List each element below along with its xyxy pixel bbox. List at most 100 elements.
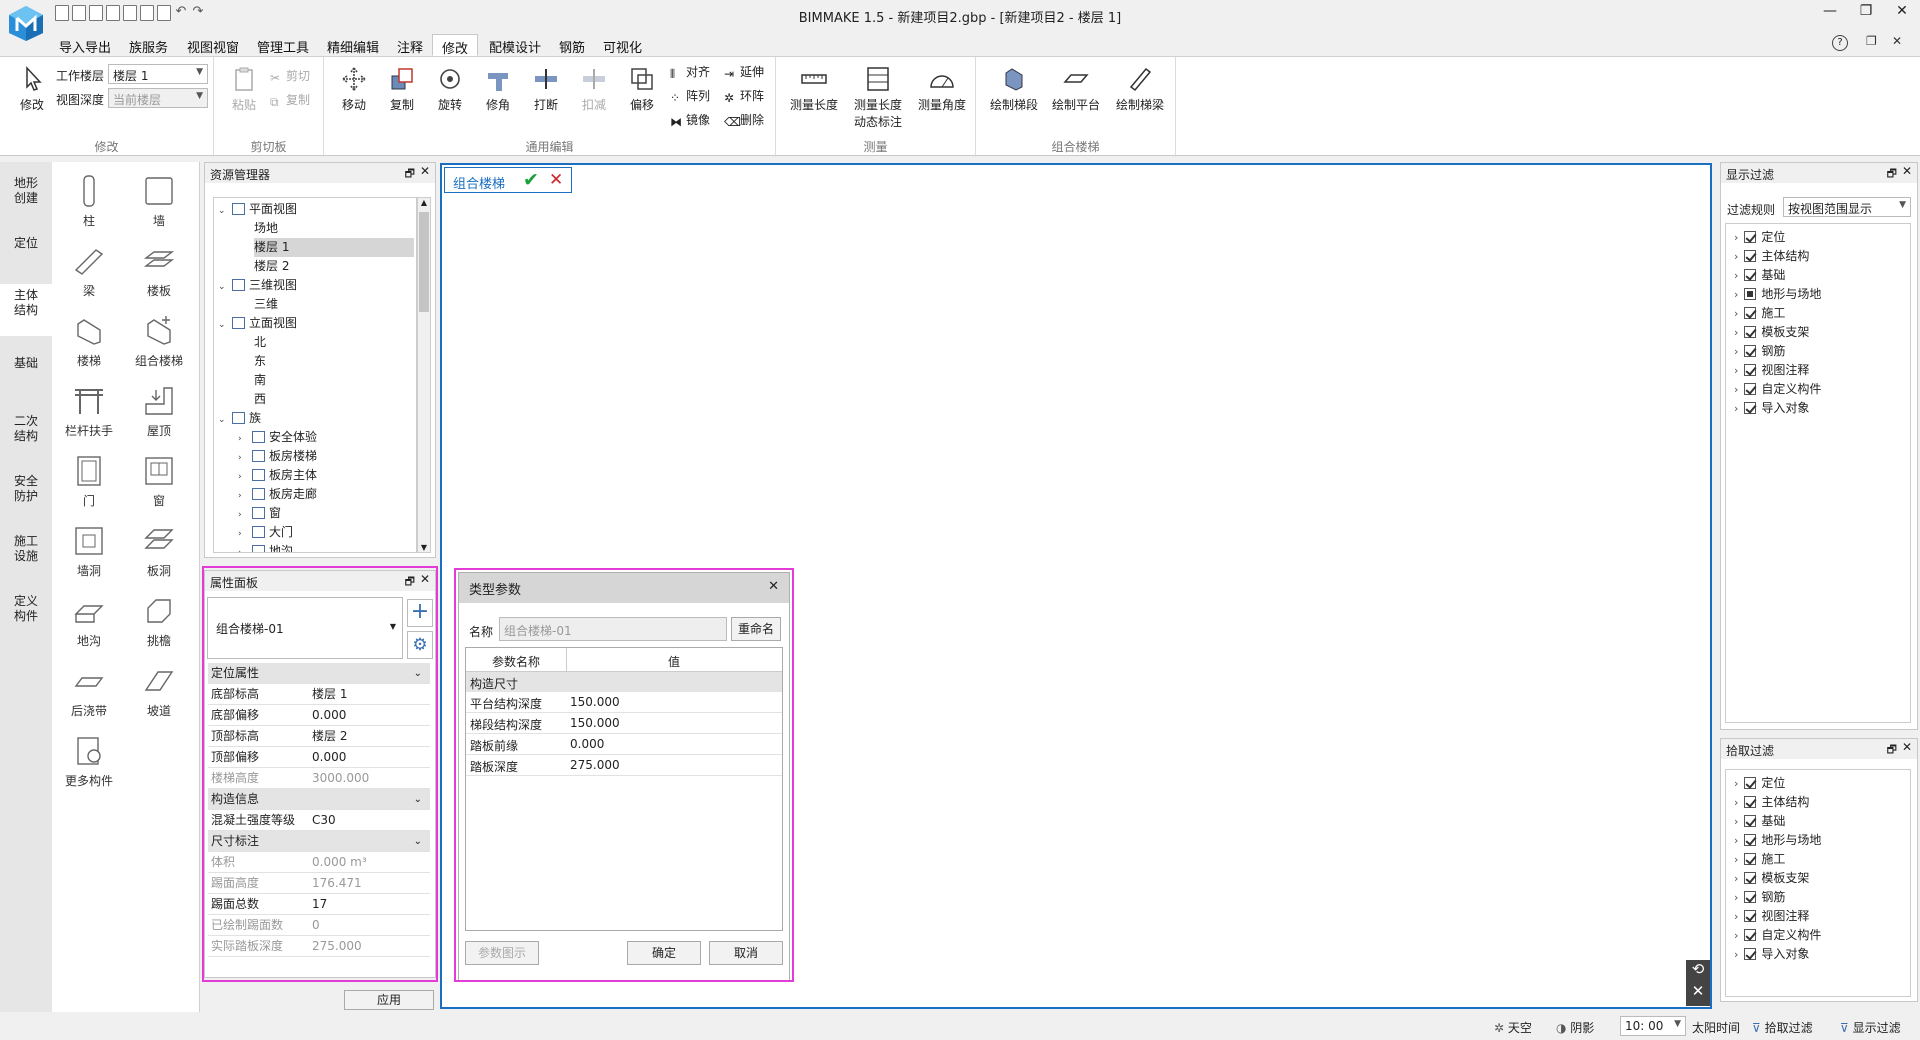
close-button[interactable]: ✕ (1884, 3, 1920, 23)
tab-import-export[interactable]: 导入导出 (50, 34, 120, 56)
filter-item[interactable]: › 钢筋 (1734, 342, 1785, 361)
ring-array-button[interactable]: ✲ 环阵 (724, 87, 764, 105)
help-icon[interactable]: ? (1832, 35, 1848, 51)
chevron-right-icon[interactable]: › (1734, 948, 1738, 961)
property-value[interactable]: 0.000 (312, 747, 346, 768)
param-value[interactable]: 0.000 (570, 737, 604, 751)
filter-checkbox[interactable] (1744, 872, 1757, 884)
paste-button[interactable]: 粘贴 (222, 65, 266, 113)
chevron-right-icon[interactable]: › (1734, 326, 1738, 339)
chevron-down-icon[interactable]: ⌄ (218, 316, 230, 335)
chevron-right-icon[interactable]: › (1734, 345, 1738, 358)
close-icon[interactable]: ✕ (1686, 982, 1710, 1000)
tab-view[interactable]: 视图视窗 (178, 34, 248, 56)
time-select[interactable]: 10: 00 ▼ (1620, 1016, 1686, 1036)
filter-item[interactable]: › 视图注释 (1734, 907, 1809, 926)
ribbon-restore-icon[interactable]: ❐ (1866, 34, 1877, 48)
copy-element-button[interactable]: 复制 (380, 65, 424, 113)
filter-item[interactable]: › 自定义构件 (1734, 926, 1821, 945)
extend-button[interactable]: ⇥ 延伸 (724, 63, 764, 81)
palette-trench[interactable]: 地沟 (54, 594, 124, 649)
property-section[interactable]: 尺寸标注 ⌄ (208, 831, 430, 852)
filter-checkbox[interactable] (1744, 326, 1757, 338)
measure-length-dim-button[interactable]: 测量长度 动态标注 (846, 65, 910, 130)
filter-item[interactable]: › 主体结构 (1734, 247, 1809, 266)
palette-ramp[interactable]: 坡道 (124, 664, 194, 719)
filter-item[interactable]: › 施工 (1734, 304, 1785, 323)
palette-door[interactable]: 门 (54, 454, 124, 509)
tab-family-service[interactable]: 族服务 (120, 34, 177, 56)
filter-checkbox[interactable] (1744, 796, 1757, 808)
palette-beam[interactable]: 梁 (54, 244, 124, 299)
filter-rule-select[interactable]: 按视图范围显示 ▼ (1783, 197, 1911, 217)
filter-item[interactable]: › 定位 (1734, 228, 1785, 247)
chevron-right-icon[interactable]: › (1734, 364, 1738, 377)
chevron-down-icon[interactable]: ⌄ (218, 202, 230, 221)
display-filter-toggle[interactable]: ⊽ 显示过滤 (1840, 1019, 1901, 1036)
delete-button[interactable]: ⌫删除 (724, 111, 764, 129)
filter-item[interactable]: › 视图注释 (1734, 361, 1809, 380)
param-diagram-button[interactable]: 参数图示 (465, 941, 539, 965)
chevron-down-icon[interactable]: ⌄ (414, 663, 422, 684)
tab-modify[interactable]: 修改 (432, 34, 479, 57)
tree-item[interactable]: 场地 (254, 219, 414, 238)
tab-fine-edit[interactable]: 精细编辑 (318, 34, 388, 56)
break-button[interactable]: 打断 (524, 65, 568, 113)
filter-checkbox[interactable] (1744, 250, 1757, 262)
filter-item[interactable]: › 钢筋 (1734, 888, 1785, 907)
property-value[interactable]: 楼层 2 (312, 726, 347, 747)
tree-item[interactable]: ⌄ 族 (218, 409, 414, 428)
draw-stair-beam-button[interactable]: 绘制梯梁 (1110, 65, 1170, 113)
filter-item[interactable]: › 主体结构 (1734, 793, 1809, 812)
filter-item[interactable]: › 地形与场地 (1734, 285, 1821, 304)
restore-button[interactable]: ❐ (1848, 3, 1884, 23)
chevron-right-icon[interactable]: › (1734, 231, 1738, 244)
scroll-up-icon[interactable]: ▲ (418, 198, 430, 207)
filter-checkbox[interactable] (1744, 383, 1757, 395)
filter-item[interactable]: › 施工 (1734, 850, 1785, 869)
filter-item[interactable]: › 自定义构件 (1734, 380, 1821, 399)
palette-composite-stairs[interactable]: 组合楼梯 (124, 314, 194, 369)
chevron-right-icon[interactable]: › (1734, 250, 1738, 263)
tree-item[interactable]: 三维 (254, 295, 414, 314)
filter-item[interactable]: › 定位 (1734, 774, 1785, 793)
work-floor-select[interactable]: 楼层 1 ▼ (108, 64, 208, 84)
tree-item[interactable]: 西 (254, 390, 414, 409)
close-icon[interactable]: ✕ (420, 572, 430, 586)
palette-wall[interactable]: 墙 (124, 174, 194, 229)
tree-item[interactable]: 南 (254, 371, 414, 390)
draw-platform-button[interactable]: 绘制平台 (1046, 65, 1106, 113)
palette-eave[interactable]: 挑檐 (124, 594, 194, 649)
chevron-right-icon[interactable]: › (1734, 777, 1738, 790)
filter-checkbox[interactable] (1744, 269, 1757, 281)
filter-item[interactable]: › 基础 (1734, 812, 1785, 831)
filter-checkbox[interactable] (1744, 834, 1757, 846)
add-type-button[interactable]: + (407, 599, 433, 627)
tab-rebar[interactable]: 钢筋 (550, 34, 594, 56)
filter-checkbox[interactable] (1744, 288, 1757, 300)
type-settings-button[interactable]: ⚙ (407, 631, 433, 659)
filter-checkbox[interactable] (1744, 891, 1757, 903)
property-value[interactable]: 楼层 1 (312, 684, 347, 705)
reset-view-icon[interactable]: ⟲ (1686, 960, 1710, 982)
measure-length-button[interactable]: 测量长度 (784, 65, 844, 113)
tree-item[interactable]: › 板房楼梯 (238, 447, 414, 466)
tree-item[interactable]: ⌄ 立面视图 (218, 314, 414, 333)
pin-icon[interactable]: 🗗 (405, 165, 415, 184)
palette-slab[interactable]: 楼板 (124, 244, 194, 299)
cancel-button[interactable]: 取消 (709, 941, 783, 965)
param-value[interactable]: 275.000 (570, 758, 620, 772)
tree-item[interactable]: 楼层 1 (254, 238, 414, 257)
move-button[interactable]: 移动 (332, 65, 376, 113)
chevron-right-icon[interactable]: › (1734, 402, 1738, 415)
chevron-down-icon[interactable]: ⌄ (218, 411, 230, 430)
palette-slab-opening[interactable]: 板洞 (124, 524, 194, 579)
tree-item[interactable]: 楼层 2 (254, 257, 414, 276)
close-icon[interactable]: ✕ (420, 164, 430, 178)
chevron-down-icon[interactable]: ⌄ (414, 789, 422, 810)
category-terrain[interactable]: 地形 创建 (0, 172, 52, 218)
pin-icon[interactable]: 🗗 (1887, 741, 1897, 760)
chevron-right-icon[interactable]: › (1734, 929, 1738, 942)
property-value[interactable]: 17 (312, 894, 327, 915)
draw-flight-button[interactable]: 绘制梯段 (984, 65, 1044, 113)
